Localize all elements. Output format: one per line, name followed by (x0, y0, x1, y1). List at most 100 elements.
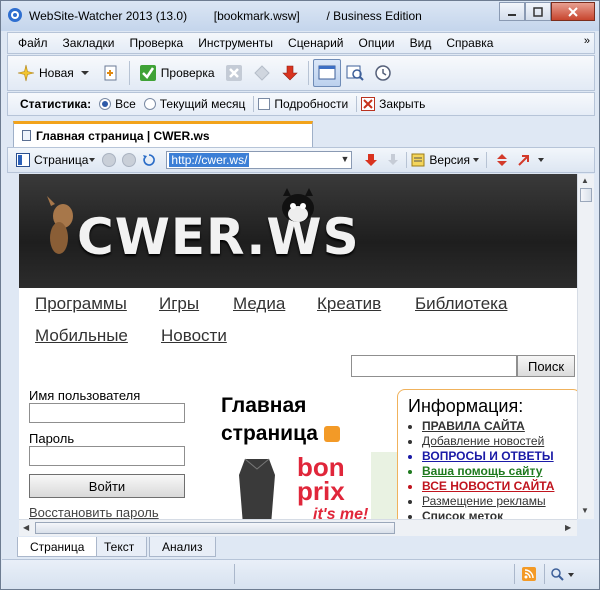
site-search-input[interactable] (351, 355, 517, 377)
close-button[interactable] (551, 2, 595, 21)
chevron-down-icon (80, 71, 89, 75)
add-page-button[interactable] (97, 59, 125, 87)
main-toolbar: Новая Проверка (7, 55, 595, 91)
menu-bookmarks[interactable]: Закладки (63, 36, 115, 50)
details-checkbox-box[interactable] (258, 98, 271, 110)
download-gray-icon[interactable] (386, 153, 400, 167)
window-view-icon (318, 65, 336, 80)
diagonal-arrow-icon[interactable] (517, 153, 531, 167)
nav-link-media[interactable]: Медиа (233, 294, 285, 314)
version-label[interactable]: Версия (429, 153, 470, 167)
menu-tools[interactable]: Инструменты (198, 36, 273, 50)
rss-icon[interactable] (323, 426, 340, 443)
info-item-rules[interactable]: ПРАВИЛА САЙТА (422, 419, 570, 434)
dress-icon (221, 455, 293, 519)
site-banner: CWER.WS (19, 174, 577, 288)
horizontal-scrollbar[interactable]: ◀ ▶ (19, 519, 577, 536)
info-item-faq[interactable]: ВОПРОСЫ И ОТВЕТЫ (422, 449, 570, 464)
scroll-down-icon[interactable]: ▼ (581, 506, 589, 515)
nav-link-programs[interactable]: Программы (35, 294, 127, 314)
ad-bonprix-banner[interactable]: bon prix it's me! (297, 454, 369, 519)
scroll-up-icon[interactable]: ▲ (581, 176, 589, 185)
heading-line1: Главная (221, 394, 307, 417)
info-box: Информация: ПРАВИЛА САЙТА Добавление нов… (397, 389, 577, 519)
menu-overflow-button[interactable]: » (584, 35, 590, 47)
info-item-label: ВОПРОСЫ И ОТВЕТЫ (422, 449, 554, 463)
info-item-add-news[interactable]: Добавление новостей (422, 434, 570, 449)
info-item-ads[interactable]: Размещение рекламы (422, 494, 570, 509)
nav-link-games[interactable]: Игры (159, 294, 199, 314)
nav-link-library[interactable]: Библиотека (415, 294, 507, 314)
check-button[interactable]: Проверка (134, 59, 220, 87)
view-window-button[interactable] (312, 59, 341, 87)
radio-current-month-label: Текущий месяц (159, 97, 246, 111)
title-bar: WebSite-Watcher 2013 (13.0) [bookmark.ws… (1, 1, 599, 31)
menu-script[interactable]: Сценарий (288, 36, 343, 50)
url-text: http://cwer.ws/ (169, 153, 250, 167)
nav-link-creative[interactable]: Креатив (317, 294, 381, 314)
radio-current-month[interactable]: Текущий месяц (143, 97, 246, 111)
chevron-down-icon[interactable] (567, 571, 575, 579)
ad-dress-image[interactable] (221, 455, 293, 519)
username-input[interactable] (29, 403, 185, 423)
details-checkbox[interactable]: Подробности (258, 97, 348, 111)
site-search-button[interactable]: Поиск (517, 355, 575, 377)
new-bookmark-button[interactable]: Новая (12, 59, 97, 87)
menu-help[interactable]: Справка (446, 36, 493, 50)
info-item-help[interactable]: Ваша помощь сайту (422, 464, 570, 479)
separator (356, 96, 358, 112)
download-button[interactable] (276, 59, 304, 87)
menu-options[interactable]: Опции (359, 36, 395, 50)
menu-check[interactable]: Проверка (129, 36, 183, 50)
radio-all-label: Все (115, 97, 136, 111)
page-icon (22, 130, 31, 141)
vertical-scroll-thumb[interactable] (580, 188, 592, 202)
page-menu-label[interactable]: Страница (34, 153, 88, 167)
stop-button[interactable] (220, 59, 248, 87)
password-input[interactable] (29, 446, 185, 466)
diamond-button[interactable] (248, 59, 276, 87)
tab-main-page[interactable]: Главная страница | CWER.ws (13, 121, 313, 148)
tab-page[interactable]: Страница (17, 537, 98, 557)
tab-analysis[interactable]: Анализ (149, 537, 216, 557)
check-label: Проверка (160, 66, 215, 80)
arrow-down-icon (281, 65, 298, 81)
minimize-button[interactable] (499, 2, 525, 21)
zoom-icon[interactable] (550, 567, 564, 581)
refresh-icon[interactable] (142, 153, 156, 167)
chevron-down-icon (537, 158, 544, 162)
horizontal-scroll-thumb[interactable] (35, 522, 395, 534)
menu-file[interactable]: Файл (18, 36, 48, 50)
login-button[interactable]: Войти (29, 474, 185, 498)
url-input[interactable]: http://cwer.ws/ ▼ (166, 151, 353, 169)
close-stats-button[interactable]: Закрыть (361, 97, 425, 111)
back-button[interactable] (102, 153, 117, 167)
restore-password-link[interactable]: Восстановить пароль (29, 505, 159, 519)
forward-button[interactable] (122, 153, 137, 167)
zoom-view-button[interactable] (341, 59, 369, 87)
view-tabs: Страница Текст Анализ (7, 537, 595, 557)
chevron-down-icon (89, 158, 96, 162)
radio-all-indicator[interactable] (99, 98, 112, 110)
nav-link-news[interactable]: Новости (161, 326, 227, 346)
vertical-scrollbar[interactable]: ▲ ▼ (577, 174, 594, 519)
info-item-all-news[interactable]: ВСЕ НОВОСТИ САЙТА (422, 479, 570, 494)
separator (485, 152, 487, 168)
scroll-right-icon[interactable]: ▶ (565, 523, 571, 532)
separator (253, 96, 255, 112)
info-item-tags[interactable]: Список меток (422, 509, 570, 519)
page-view-icon (16, 153, 30, 167)
radio-current-month-indicator[interactable] (143, 98, 156, 110)
tab-text[interactable]: Текст (91, 537, 148, 557)
radio-all[interactable]: Все (99, 97, 136, 111)
schedule-button[interactable] (369, 59, 397, 87)
info-item-label: ПРАВИЛА САЙТА (422, 419, 525, 433)
arrow-down-icon[interactable] (364, 153, 378, 167)
scroll-left-icon[interactable]: ◀ (23, 523, 29, 532)
up-down-arrows-icon[interactable] (495, 153, 509, 167)
url-dropdown-icon[interactable]: ▼ (340, 154, 349, 164)
nav-link-mobile[interactable]: Мобильные (35, 326, 128, 346)
rss-status-icon[interactable] (522, 567, 536, 581)
maximize-button[interactable] (525, 2, 551, 21)
menu-view[interactable]: Вид (410, 36, 432, 50)
